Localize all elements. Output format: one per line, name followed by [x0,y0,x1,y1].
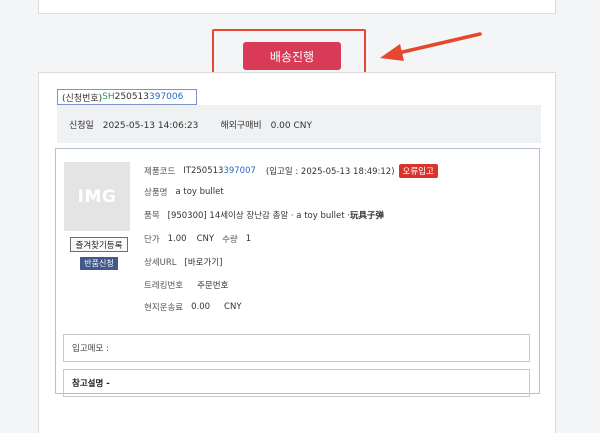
date-value: 2025-05-13 14:06:23 [102,120,199,131]
add-favorite-button[interactable]: 즐겨찾기등록 [70,237,128,252]
shipping-fee-label: 현지운송료 [144,303,184,313]
reference-note-field[interactable]: 참고설명 - [63,369,530,397]
product-name-value: a toy bullet [175,187,224,197]
qty-value: 1 [245,234,252,244]
date-info: 신청일 2025-05-13 14:06:23 [69,118,198,131]
arrow-icon [380,32,482,61]
category-label: 품목 [144,211,160,221]
category-cn: 玩具子弹 [349,211,384,221]
product-code-main: IT250513 [183,166,224,176]
stock-in-date: (입고일 : 2025-05-13 18:49:12) [265,167,395,177]
shipping-fee-currency: CNY [224,302,242,312]
request-prefix: (신청번호) [62,93,103,104]
previous-card [38,0,556,14]
qty-label: 수량 [222,235,238,245]
request-info-bar: 신청일 2025-05-13 14:06:23 해외구매비 0.00 CNY [57,105,541,143]
return-request-button[interactable]: 반품신청 [80,257,118,270]
price-label: 단가 [144,235,160,245]
shipping-fee-value: 0.00 [191,302,211,312]
reference-note-label: 참고설명 - [72,379,110,389]
fee-label: 해외구매비 [220,120,262,131]
tracking-row: 트레킹번호 주문번호 [144,279,228,291]
stock-memo-field[interactable]: 입고메모 : [63,334,530,362]
date-label: 신청일 [69,120,94,131]
product-image-placeholder: IMG [64,162,130,231]
tracking-label: 트레킹번호 [144,281,184,291]
detail-url-row: 상세URL [바로가기] [144,256,222,268]
product-code-row: 제품코드 IT250513 397007 (입고일 : 2025-05-13 18… [144,164,438,178]
detail-url-link[interactable]: [바로가기] [185,256,223,268]
request-number-tab[interactable]: (신청번호) SH 250513 397006 [57,89,197,105]
request-code-mid: 250513 [114,92,149,102]
request-code-blue: 397006 [149,92,184,102]
price-value: 1.00 [167,234,187,244]
fee-value: 0.00 CNY [270,120,313,131]
product-code-blue: 397007 [223,166,256,176]
error-stock-badge: 오류입고 [398,164,438,178]
fee-info: 해외구매비 0.00 CNY [220,118,312,131]
product-name-row: 상품명 a toy bullet [144,186,224,198]
price-currency: CNY [196,234,215,244]
page: 배송진행 (신청번호) SH 250513 397006 신청일 2025-05… [0,0,600,433]
category-value: [950300] 14세이상 장난감 총알 · a toy bullet · [167,211,350,221]
category-row: 품목 [950300] 14세이상 장난감 총알 · a toy bullet … [144,209,384,221]
ship-proceed-button[interactable]: 배송진행 [243,42,341,70]
shipping-fee-row: 현지운송료 0.00 CNY [144,301,242,313]
product-code-label: 제품코드 [144,167,176,177]
order-number-label: 주문번호 [197,281,229,291]
price-row: 단가 1.00 CNY 수량 1 [144,233,251,245]
stock-memo-label: 입고메모 : [72,344,109,354]
detail-url-label: 상세URL [144,258,177,268]
request-code-green: SH [102,92,115,102]
product-name-label: 상품명 [144,188,168,198]
